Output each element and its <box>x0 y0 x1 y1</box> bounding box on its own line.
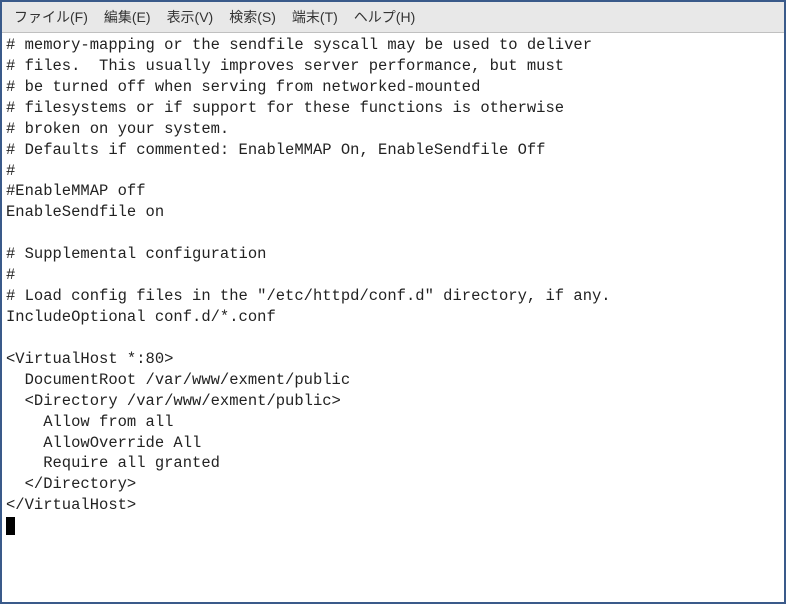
menu-edit[interactable]: 編集(E) <box>98 5 157 29</box>
menu-search[interactable]: 検索(S) <box>223 5 282 29</box>
menu-terminal[interactable]: 端末(T) <box>286 5 344 29</box>
menu-file[interactable]: ファイル(F) <box>8 5 94 29</box>
terminal-text: # memory-mapping or the sendfile syscall… <box>6 36 611 514</box>
terminal-content[interactable]: # memory-mapping or the sendfile syscall… <box>2 33 784 602</box>
menubar: ファイル(F) 編集(E) 表示(V) 検索(S) 端末(T) ヘルプ(H) <box>2 2 784 33</box>
menu-view[interactable]: 表示(V) <box>161 5 220 29</box>
terminal-cursor <box>6 517 15 535</box>
menu-help[interactable]: ヘルプ(H) <box>348 5 421 29</box>
